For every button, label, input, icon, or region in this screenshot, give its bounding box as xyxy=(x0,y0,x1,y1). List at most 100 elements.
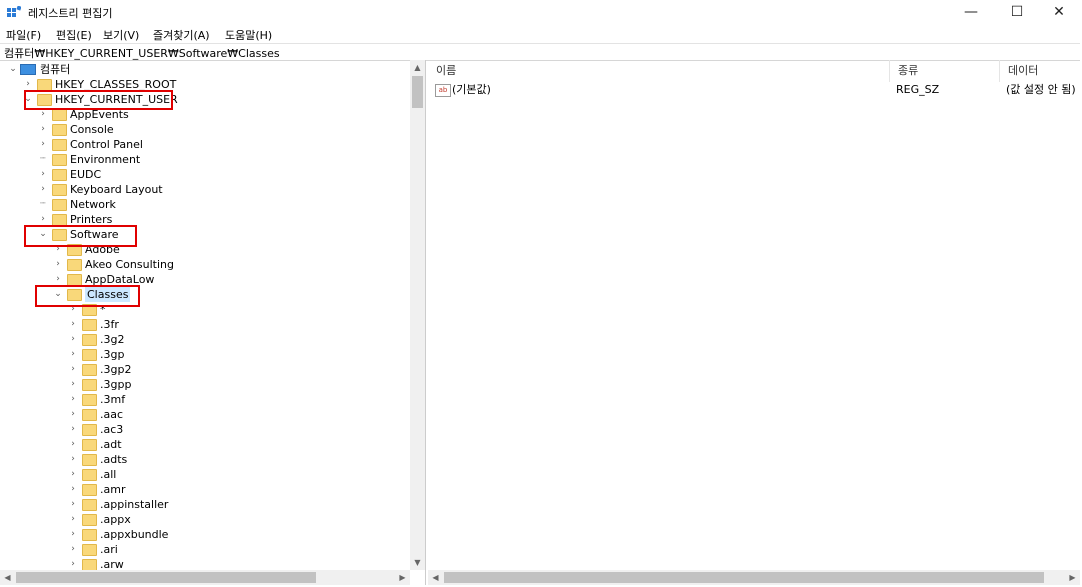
highlight-hkey-current-user xyxy=(24,90,173,110)
value-data: (값 설정 안 됨) xyxy=(1006,83,1076,96)
expand-chevron-icon[interactable]: › xyxy=(68,467,78,482)
values-list[interactable]: 이름 종류 데이터 ab (기본값) REG_SZ (값 설정 안 됨) xyxy=(428,60,1082,585)
scroll-down-icon[interactable]: ▼ xyxy=(410,555,425,570)
expand-chevron-icon[interactable]: › xyxy=(68,497,78,512)
folder-icon xyxy=(82,454,97,466)
tree-item-label: .3g2 xyxy=(100,333,125,346)
folder-icon xyxy=(82,349,97,361)
value-type: REG_SZ xyxy=(896,83,940,96)
tree-item-label: .ac3 xyxy=(100,423,124,436)
expand-chevron-icon[interactable]: › xyxy=(68,512,78,527)
collapse-chevron-icon[interactable]: ⌄ xyxy=(8,62,18,77)
column-header-name[interactable]: 이름 xyxy=(428,60,890,82)
tree-item-label: .ari xyxy=(100,543,118,556)
tree-item-label: Akeo Consulting xyxy=(85,258,174,271)
tree-hscroll-thumb[interactable] xyxy=(16,572,316,583)
tree-item-label: Network xyxy=(70,198,116,211)
folder-icon xyxy=(82,364,97,376)
value-row[interactable]: ab (기본값) REG_SZ (값 설정 안 됨) xyxy=(428,82,1082,98)
close-button[interactable]: ✕ xyxy=(1036,0,1082,25)
folder-icon xyxy=(82,409,97,421)
scroll-up-icon[interactable]: ▲ xyxy=(410,60,425,75)
expand-chevron-icon[interactable]: › xyxy=(68,332,78,347)
tree-item-label: .3mf xyxy=(100,393,126,406)
folder-icon xyxy=(52,109,67,121)
scroll-left-icon[interactable]: ◀ xyxy=(0,570,15,585)
address-path[interactable]: 컴퓨터₩HKEY_CURRENT_USER₩Software₩Classes xyxy=(4,45,280,61)
tree-item-label: EUDC xyxy=(70,168,102,181)
scroll-right-icon[interactable]: ▶ xyxy=(395,570,410,585)
expand-chevron-icon[interactable]: › xyxy=(68,317,78,332)
tree-connector-icon: ┈ xyxy=(40,199,46,209)
expand-chevron-icon[interactable]: › xyxy=(38,122,48,137)
highlight-classes xyxy=(35,285,140,307)
scroll-right-icon[interactable]: ▶ xyxy=(1065,570,1080,585)
address-bar[interactable]: 컴퓨터₩HKEY_CURRENT_USER₩Software₩Classes xyxy=(0,43,1080,61)
column-header-type[interactable]: 종류 xyxy=(890,60,1000,82)
tree-horizontal-scrollbar[interactable]: ◀ ▶ xyxy=(0,570,410,585)
menu-view[interactable]: 보기(V) xyxy=(103,27,139,43)
tree-item-label: .3gp xyxy=(100,348,125,361)
expand-chevron-icon[interactable]: › xyxy=(68,362,78,377)
folder-icon xyxy=(82,499,97,511)
folder-icon xyxy=(52,169,67,181)
folder-icon xyxy=(82,469,97,481)
menu-edit[interactable]: 편집(E) xyxy=(56,27,92,43)
menu-favorites[interactable]: 즐겨찾기(A) xyxy=(153,27,210,43)
expand-chevron-icon[interactable]: › xyxy=(68,422,78,437)
folder-icon xyxy=(82,544,97,556)
expand-chevron-icon[interactable]: › xyxy=(68,407,78,422)
tree-item-label: .appxbundle xyxy=(100,528,169,541)
folder-icon xyxy=(82,394,97,406)
window-title: 레지스트리 편집기 xyxy=(28,7,113,20)
folder-icon xyxy=(82,514,97,526)
maximize-button[interactable]: ☐ xyxy=(994,0,1040,25)
expand-chevron-icon[interactable]: › xyxy=(68,347,78,362)
expand-chevron-icon[interactable]: › xyxy=(68,542,78,557)
computer-icon xyxy=(20,64,36,75)
expand-chevron-icon[interactable]: › xyxy=(68,392,78,407)
scroll-left-icon[interactable]: ◀ xyxy=(428,570,443,585)
string-value-icon: ab xyxy=(435,84,451,97)
folder-icon xyxy=(52,199,67,211)
tree-item-label: .all xyxy=(100,468,117,481)
minimize-button[interactable]: — xyxy=(948,0,994,25)
tree-item-label: Environment xyxy=(70,153,141,166)
expand-chevron-icon[interactable]: › xyxy=(68,527,78,542)
tree-vertical-scrollbar[interactable]: ▲ ▼ xyxy=(410,60,425,570)
values-horizontal-scrollbar[interactable]: ◀ ▶ xyxy=(428,570,1080,585)
folder-icon xyxy=(52,184,67,196)
folder-icon xyxy=(82,424,97,436)
folder-icon xyxy=(52,154,67,166)
expand-chevron-icon[interactable]: › xyxy=(38,167,48,182)
tree-item-label: Keyboard Layout xyxy=(70,183,163,196)
expand-chevron-icon[interactable]: › xyxy=(38,182,48,197)
folder-icon xyxy=(82,484,97,496)
expand-chevron-icon[interactable]: › xyxy=(68,452,78,467)
folder-icon xyxy=(82,439,97,451)
column-header-data[interactable]: 데이터 xyxy=(1000,60,1082,82)
tree-item-label: Control Panel xyxy=(70,138,143,151)
key-tree[interactable]: ⌄ 컴퓨터 › HKEY_CLASSES_ROOT ⌄ HKEY_CURRENT_USER… xyxy=(0,60,426,585)
tree-item-label: .3gpp xyxy=(100,378,132,391)
expand-chevron-icon[interactable]: › xyxy=(68,377,78,392)
tree-item-label: .adt xyxy=(100,438,122,451)
expand-chevron-icon[interactable]: › xyxy=(38,137,48,152)
expand-chevron-icon[interactable]: › xyxy=(68,437,78,452)
menu-file[interactable]: 파일(F) xyxy=(6,27,41,43)
folder-icon xyxy=(82,529,97,541)
menu-bar: 파일(F) 편집(E) 보기(V) 즐겨찾기(A) 도움말(H) xyxy=(0,25,1082,43)
folder-icon xyxy=(52,124,67,136)
folder-icon xyxy=(82,379,97,391)
expand-chevron-icon[interactable]: › xyxy=(53,257,63,272)
tree-item-label: .appx xyxy=(100,513,131,526)
tree-item-label: .adts xyxy=(100,453,128,466)
tree-item-label: .appinstaller xyxy=(100,498,169,511)
expand-chevron-icon[interactable]: › xyxy=(68,482,78,497)
menu-help[interactable]: 도움말(H) xyxy=(225,27,272,43)
values-hscroll-thumb[interactable] xyxy=(444,572,1044,583)
tree-item-label: .3fr xyxy=(100,318,119,331)
tree-scroll-thumb[interactable] xyxy=(412,76,423,108)
tree-item-label: Console xyxy=(70,123,114,136)
tree-item-label: .amr xyxy=(100,483,126,496)
